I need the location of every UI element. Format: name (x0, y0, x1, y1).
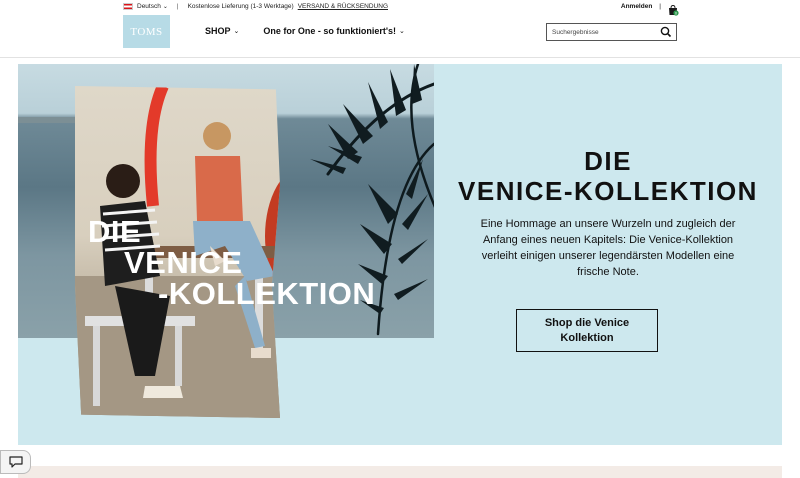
cart-count: 0 (675, 11, 677, 15)
logo-text: TOMS (130, 25, 163, 38)
hero-copy: DIE VENICE-KOLLEKTION Eine Hommage an un… (434, 146, 782, 280)
overlay-line: -KOLLEKTION (158, 276, 376, 311)
main-nav: SHOP ⌄ One for One - so funktioniert's! … (205, 26, 405, 36)
hero-banner: DIE VENICE -KOLLEKTION DIE VENICE-KOLLEK… (18, 64, 782, 445)
search-box (546, 23, 677, 41)
hero-title: DIE VENICE-KOLLEKTION (434, 146, 782, 206)
overlay-line: VENICE (124, 245, 243, 280)
language-selector[interactable]: Deutsch ⌄ (123, 3, 168, 10)
shipping-returns-link[interactable]: VERSAND & RÜCKSENDUNG (298, 3, 388, 10)
nav-label: One for One - so funktioniert's! (263, 26, 397, 36)
hero-title-line: DIE (584, 146, 632, 176)
chevron-down-icon: ⌄ (233, 28, 240, 35)
login-link[interactable]: Anmelden (621, 3, 652, 10)
search-input[interactable] (547, 24, 657, 40)
search-icon[interactable] (659, 25, 673, 39)
chat-icon (8, 456, 23, 468)
nav-item-one-for-one[interactable]: One for One - so funktioniert's! ⌄ (263, 26, 405, 36)
shopping-bag-icon[interactable]: 0 (667, 3, 679, 16)
photo-overlay-title: DIE VENICE -KOLLEKTION (88, 216, 375, 309)
toms-logo[interactable]: TOMS (123, 15, 170, 48)
hero-description: Eine Hommage an unsere Wurzeln und zugle… (480, 218, 736, 278)
shipping-text: Kostenlose Lieferung (1-3 Werktage) (187, 3, 294, 10)
nav-item-shop[interactable]: SHOP ⌄ (205, 26, 239, 36)
divider: | (176, 3, 179, 10)
language-label: Deutsch (137, 3, 161, 10)
chevron-down-icon: ⌄ (399, 28, 405, 35)
austria-flag-icon (123, 3, 133, 10)
next-section-strip (18, 466, 782, 478)
hero-title-line: VENICE-KOLLEKTION (458, 176, 758, 206)
nav-label: SHOP (205, 26, 231, 36)
shop-venice-button[interactable]: Shop die Venice Kollektion (516, 309, 658, 352)
site-header: Deutsch ⌄ | Kostenlose Lieferung (1-3 We… (0, 0, 800, 58)
utility-bar: Deutsch ⌄ | Kostenlose Lieferung (1-3 We… (123, 3, 388, 10)
chevron-down-icon: ⌄ (162, 4, 168, 10)
overlay-line: DIE (88, 214, 142, 249)
chat-button[interactable] (0, 450, 31, 474)
divider: | (659, 3, 661, 10)
